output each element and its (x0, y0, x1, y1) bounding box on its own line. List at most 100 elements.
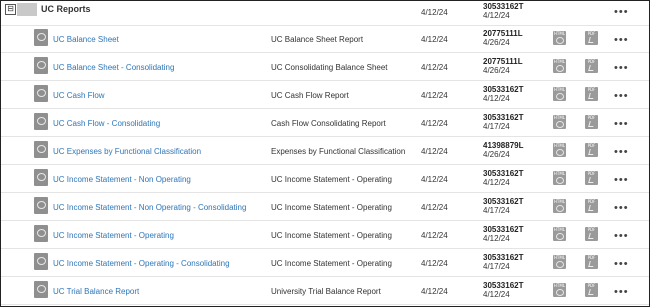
html-format-icon[interactable]: HTML (553, 199, 566, 213)
report-name-link[interactable]: UC Balance Sheet - Consolidating (53, 63, 174, 72)
report-row[interactable]: UC Income Statement - Operating - Consol… (1, 249, 649, 277)
report-document-icon (34, 141, 48, 158)
report-name-link[interactable]: UC Cash Flow - Consolidating (53, 119, 160, 128)
report-owner: 30533162T (483, 85, 524, 94)
html-globe-icon (556, 65, 564, 72)
pdf-format-icon[interactable]: PDF (585, 283, 598, 297)
collapse-toggle-icon[interactable]: ⊟ (5, 4, 16, 15)
report-modified: 4/26/24 (483, 150, 510, 159)
more-actions-icon[interactable]: ••• (614, 231, 629, 242)
report-document-icon (34, 85, 48, 102)
html-format-icon[interactable]: HTML (553, 171, 566, 185)
report-description: Cash Flow Consolidating Report (271, 119, 386, 128)
report-row[interactable]: UC Expenses by Functional Classification… (1, 137, 649, 165)
pdf-format-label: PDF (587, 199, 596, 204)
html-format-icon[interactable]: HTML (553, 31, 566, 45)
report-name-link[interactable]: UC Cash Flow (53, 91, 105, 100)
html-globe-icon (556, 37, 564, 44)
more-actions-icon[interactable]: ••• (614, 147, 629, 158)
report-date: 4/12/24 (421, 203, 448, 212)
more-actions-icon[interactable]: ••• (614, 259, 629, 270)
report-description: UC Balance Sheet Report (271, 35, 364, 44)
folder-icon (17, 3, 37, 16)
report-row[interactable]: UC Income Statement - Operating UC Income… (1, 221, 649, 249)
report-description: UC Income Statement - Operating (271, 259, 392, 268)
pdf-format-label: PDF (587, 255, 596, 260)
report-row[interactable]: UC Cash Flow - Consolidating Cash Flow Co… (1, 109, 649, 137)
report-owner: 30533162T (483, 253, 524, 262)
report-name-link[interactable]: UC Income Statement - Non Operating (53, 175, 191, 184)
html-format-label: HTML (553, 199, 566, 204)
html-globe-icon (556, 177, 564, 184)
html-format-icon[interactable]: HTML (553, 255, 566, 269)
report-description: Expenses by Functional Classification (271, 147, 406, 156)
pdf-format-icon[interactable]: PDF (585, 255, 598, 269)
report-modified: 4/12/24 (483, 178, 510, 187)
report-name-link[interactable]: UC Trial Balance Report (53, 287, 139, 296)
report-date: 4/12/24 (421, 35, 448, 44)
more-actions-icon[interactable]: ••• (614, 287, 629, 298)
pdf-acrobat-icon (588, 177, 594, 182)
html-format-icon[interactable]: HTML (553, 283, 566, 297)
more-actions-icon[interactable]: ••• (614, 203, 629, 214)
pdf-format-label: PDF (587, 143, 596, 148)
report-name-link[interactable]: UC Expenses by Functional Classification (53, 147, 201, 156)
pdf-format-icon[interactable]: PDF (585, 115, 598, 129)
report-row[interactable]: UC Trial Balance Report University Trial … (1, 277, 649, 305)
html-format-icon[interactable]: HTML (553, 143, 566, 157)
html-format-label: HTML (553, 143, 566, 148)
report-modified: 4/26/24 (483, 66, 510, 75)
report-document-icon (34, 253, 48, 270)
pdf-format-icon[interactable]: PDF (585, 31, 598, 45)
pdf-format-label: PDF (587, 115, 596, 120)
report-description: University Trial Balance Report (271, 287, 381, 296)
html-globe-icon (556, 233, 564, 240)
html-format-label: HTML (553, 227, 566, 232)
pdf-format-label: PDF (587, 59, 596, 64)
report-description: UC Cash Flow Report (271, 91, 349, 100)
pdf-format-icon[interactable]: PDF (585, 171, 598, 185)
more-actions-icon[interactable]: ••• (614, 175, 629, 186)
html-globe-icon (556, 289, 564, 296)
html-globe-icon (556, 261, 564, 268)
report-owner: 30533162T (483, 169, 524, 178)
pdf-format-icon[interactable]: PDF (585, 87, 598, 101)
pdf-format-icon[interactable]: PDF (585, 227, 598, 241)
report-document-icon (34, 169, 48, 186)
html-format-icon[interactable]: HTML (553, 87, 566, 101)
html-format-icon[interactable]: HTML (553, 227, 566, 241)
pdf-acrobat-icon (588, 65, 594, 70)
pdf-acrobat-icon (588, 289, 594, 294)
pdf-format-icon[interactable]: PDF (585, 143, 598, 157)
report-row[interactable]: UC Income Statement - Non Operating UC In… (1, 165, 649, 193)
more-actions-icon[interactable]: ••• (614, 119, 629, 130)
pdf-acrobat-icon (588, 149, 594, 154)
pdf-format-label: PDF (587, 87, 596, 92)
report-row[interactable]: UC Income Statement - Non Operating - Co… (1, 193, 649, 221)
more-actions-icon[interactable]: ••• (614, 63, 629, 74)
report-name-link[interactable]: UC Income Statement - Non Operating - Co… (53, 203, 246, 212)
html-format-icon[interactable]: HTML (553, 115, 566, 129)
report-owner: 30533162T (483, 113, 524, 122)
pdf-format-icon[interactable]: PDF (585, 199, 598, 213)
report-name-link[interactable]: UC Balance Sheet (53, 35, 119, 44)
report-document-icon (34, 57, 48, 74)
report-owner: 20775111L (483, 57, 523, 66)
report-row[interactable]: UC Balance Sheet UC Balance Sheet Report 4… (1, 25, 649, 53)
folder-title[interactable]: UC Reports (41, 4, 91, 14)
report-row[interactable]: UC Cash Flow UC Cash Flow Report 4/12/24 30… (1, 81, 649, 109)
report-modified: 4/17/24 (483, 262, 510, 271)
report-description: UC Income Statement - Operating (271, 231, 392, 240)
report-row[interactable]: UC Balance Sheet - Consolidating UC Conso… (1, 53, 649, 81)
report-name-link[interactable]: UC Income Statement - Operating - Consol… (53, 259, 230, 268)
more-actions-icon[interactable]: ••• (614, 91, 629, 102)
folder-more-actions-icon[interactable]: ••• (614, 7, 629, 18)
more-actions-icon[interactable]: ••• (614, 35, 629, 46)
pdf-acrobat-icon (588, 205, 594, 210)
folder-row[interactable]: ⊟ UC Reports 4/12/24 30533162T 4/12/24 •… (1, 1, 649, 26)
pdf-format-icon[interactable]: PDF (585, 59, 598, 73)
report-document-icon (34, 29, 48, 46)
report-owner: 20775111L (483, 29, 523, 38)
html-format-icon[interactable]: HTML (553, 59, 566, 73)
report-name-link[interactable]: UC Income Statement - Operating (53, 231, 174, 240)
